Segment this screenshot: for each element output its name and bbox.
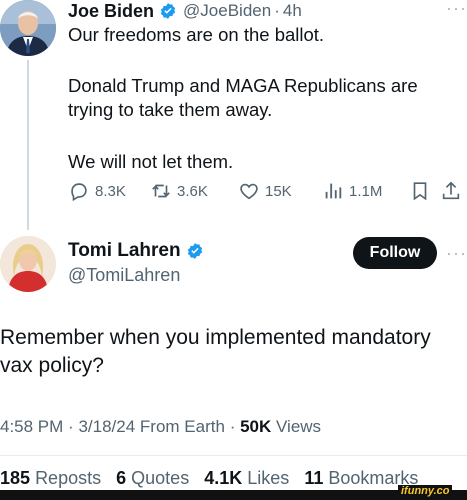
quotes-stat[interactable]: 6 Quotes	[116, 468, 189, 488]
separator-dot: ·	[68, 417, 74, 436]
verified-badge-icon	[186, 242, 204, 260]
tomi-lahren-avatar[interactable]	[0, 236, 56, 292]
reply-count: 8.3K	[95, 182, 126, 200]
ifunny-watermark: ifunny.co	[398, 485, 453, 498]
parent-tweet-line-1: Our freedoms are on the ballot.	[68, 24, 325, 45]
thread-connector-line	[27, 60, 29, 230]
views-button[interactable]: 1.1M	[322, 180, 382, 202]
main-author-name[interactable]: Tomi Lahren	[68, 240, 181, 262]
tweet-time[interactable]: 4:58 PM	[0, 417, 63, 436]
bookmarks-count: 11	[304, 468, 324, 488]
follow-button[interactable]: Follow	[353, 237, 437, 269]
repost-icon	[152, 184, 170, 198]
main-tweet-text: Remember when you implemented mandatory …	[0, 326, 431, 377]
share-button[interactable]	[440, 180, 467, 202]
tweet-date[interactable]: 3/18/24	[78, 417, 135, 436]
bookmark-button[interactable]	[409, 180, 436, 202]
parent-tweet-header: Joe Biden @JoeBiden · 4h	[68, 0, 302, 22]
reply-icon	[71, 183, 87, 202]
engagement-stats: 185 Reposts 6 Quotes 4.1K Likes 11 Bookm…	[0, 468, 418, 489]
separator-dot: ·	[274, 1, 280, 20]
footer-bar	[0, 490, 467, 500]
views-count: 1.1M	[349, 182, 383, 200]
tweet-metadata: 4:58 PM · 3/18/24 From Earth · 50K Views	[0, 417, 321, 437]
views-icon	[325, 183, 342, 199]
views-label: Views	[276, 417, 322, 436]
tweet-source: From Earth	[139, 417, 225, 436]
parent-tweet-line-2: Donald Trump and MAGA Republicans are tr…	[68, 75, 418, 120]
bookmark-icon	[413, 182, 427, 201]
main-author-name-row: Tomi Lahren	[68, 240, 204, 262]
like-button[interactable]: 15K	[238, 180, 292, 202]
reposts-count: 185	[0, 468, 31, 488]
quotes-label: Quotes	[131, 468, 190, 488]
more-options-icon[interactable]: ···	[446, 244, 467, 262]
main-author-handle[interactable]: @TomiLahren	[68, 265, 180, 286]
separator-dot: ·	[229, 417, 236, 436]
reply-button[interactable]: 8.3K	[68, 180, 126, 202]
more-options-icon[interactable]: ···	[446, 0, 467, 17]
likes-count: 4.1K	[204, 468, 243, 488]
share-icon	[442, 181, 460, 200]
divider	[0, 455, 467, 456]
parent-tweet-line-3: We will not let them.	[68, 151, 234, 172]
reposts-label: Reposts	[35, 468, 102, 488]
repost-count: 3.6K	[177, 182, 208, 200]
like-icon	[240, 183, 258, 200]
views-count: 50K	[240, 417, 272, 436]
repost-button[interactable]: 3.6K	[150, 180, 208, 202]
parent-tweet-time[interactable]: 4h	[283, 1, 302, 21]
like-count: 15K	[265, 182, 292, 200]
verified-badge-icon	[159, 2, 177, 20]
likes-label: Likes	[247, 468, 290, 488]
likes-stat[interactable]: 4.1K Likes	[204, 468, 289, 488]
quotes-count: 6	[116, 468, 127, 488]
joe-biden-avatar[interactable]	[0, 0, 56, 56]
parent-author-name[interactable]: Joe Biden	[68, 1, 154, 22]
parent-author-handle[interactable]: @JoeBiden	[183, 1, 271, 21]
reposts-stat[interactable]: 185 Reposts	[0, 468, 101, 488]
